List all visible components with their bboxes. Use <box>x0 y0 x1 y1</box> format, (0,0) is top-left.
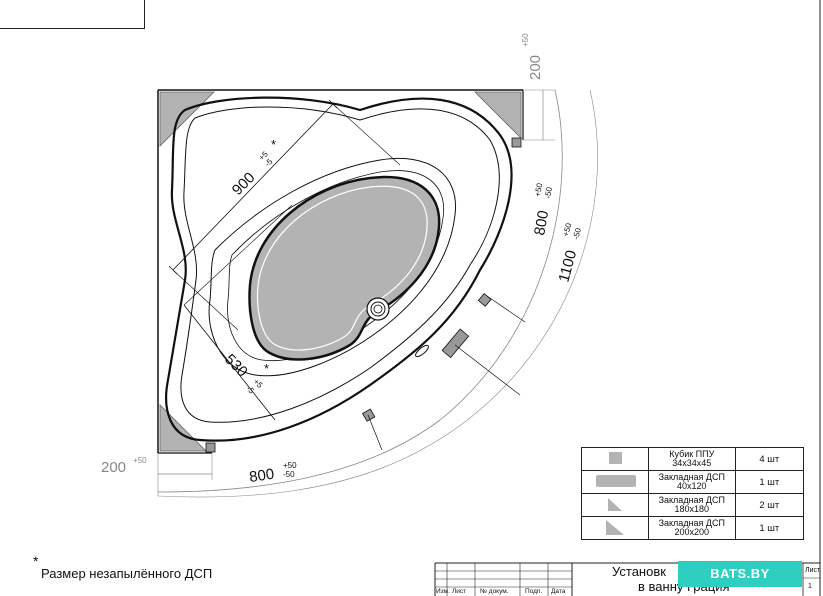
dimension-right-800: 800 +50 -50 <box>531 182 554 237</box>
legend-swatch-triangle-large <box>581 516 649 540</box>
legend-row: Закладная ДСП 180х180 2 шт <box>581 493 805 517</box>
dim-530-value: 530 <box>221 351 251 381</box>
sheet-label: Лист <box>805 567 821 574</box>
footnote-star: * <box>33 553 39 569</box>
legend-name: Закладная ДСП 40х120 <box>648 470 736 494</box>
legend-row: Закладная ДСП 200х200 1 шт <box>581 516 805 540</box>
dim-bottom-800-tol-plus: +50 <box>283 461 297 470</box>
legend-name: Кубик ППУ 34х34х45 <box>648 447 736 471</box>
drawing-title-line1: Установк <box>612 564 666 579</box>
bathtub-basin <box>248 175 441 361</box>
legend-qty: 1 шт <box>734 470 805 494</box>
ppu-cube <box>511 137 522 148</box>
drain-icon <box>366 297 390 321</box>
stamp-col-sign: Подп. <box>525 588 543 595</box>
dim-left-200-value: 200 <box>101 459 126 476</box>
dim-bottom-800-tol-minus: -50 <box>283 470 295 479</box>
dimension-top-200: 200 +50 <box>521 33 555 141</box>
stamp-col-izm: Изм. <box>436 588 450 595</box>
stamp-col-date: Дата <box>551 588 566 595</box>
legend-qty: 2 шт <box>734 493 805 517</box>
dim-top-200-value: 200 <box>527 55 544 80</box>
legend-row: Закладная ДСП 40х120 1 шт <box>581 470 805 494</box>
legend-row: Кубик ППУ 34х34х45 4 шт <box>581 447 805 471</box>
legend-name: Закладная ДСП 200х200 <box>648 516 736 540</box>
dim-right-1100-tol-minus: -50 <box>571 226 583 240</box>
dim-900-value: 900 <box>229 169 259 199</box>
dsp-insert-bar <box>441 328 470 359</box>
stamp-col-doc: № докум. <box>480 588 509 595</box>
dimension-bottom-800: 800 +50 -50 <box>248 461 297 486</box>
ppu-cube <box>361 408 376 422</box>
dim-900-star: * <box>271 137 276 152</box>
dim-right-800-tol-minus: -50 <box>543 186 554 199</box>
stamp-col-list: Лист <box>452 588 467 595</box>
footnote-text: Размер незапылённого ДСП <box>41 566 213 581</box>
legend-swatch-cube <box>581 447 649 471</box>
ppu-cube <box>477 293 492 307</box>
legend-swatch-triangle-small <box>581 493 649 517</box>
sheet-number: 1 <box>808 583 812 590</box>
dimension-right-1100: 1100 +50 -50 <box>555 222 583 284</box>
dim-530-star: * <box>264 361 269 376</box>
brand-watermark: BATS.BY <box>678 561 802 587</box>
legend-name: Закладная ДСП 180х180 <box>648 493 736 517</box>
dim-bottom-800-value: 800 <box>248 466 275 486</box>
dim-right-1100-value: 1100 <box>555 248 580 284</box>
dim-top-200-tol: +50 <box>521 33 530 47</box>
legend-qty: 1 шт <box>734 516 805 540</box>
legend-qty: 4 шт <box>734 447 805 471</box>
ppu-cube <box>205 442 216 453</box>
dim-right-800-value: 800 <box>531 209 552 237</box>
parts-legend-table: Кубик ППУ 34х34х45 4 шт Закладная ДСП 40х1… <box>581 447 805 540</box>
legend-swatch-bar <box>581 470 649 494</box>
dimension-left-200: 200 +50 <box>101 453 213 496</box>
dim-left-200-tol: +50 <box>133 456 147 465</box>
